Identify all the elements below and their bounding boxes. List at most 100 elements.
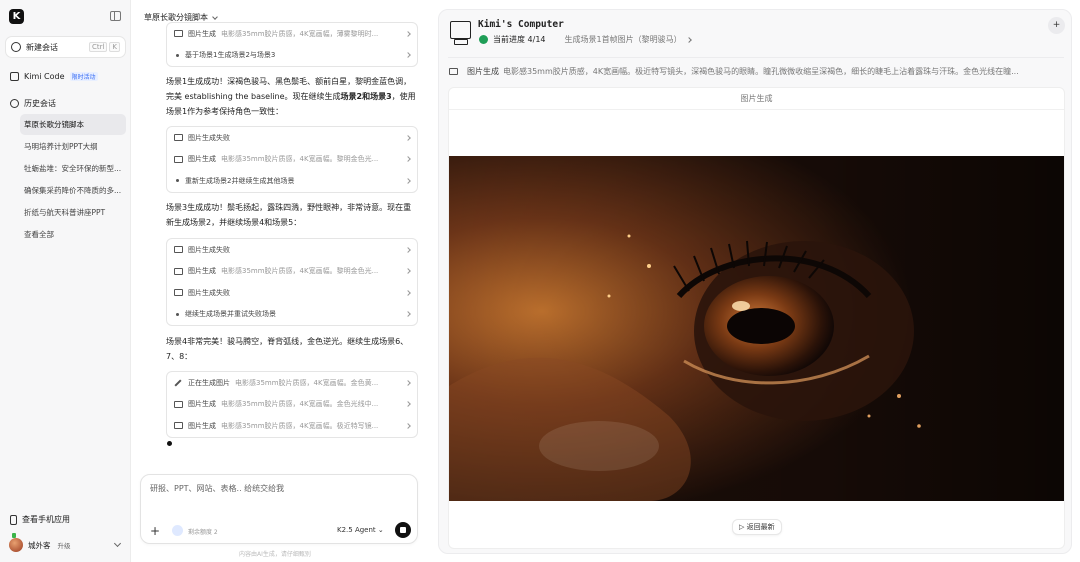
shortcut-key-k: K: [109, 42, 120, 52]
image-icon: [174, 400, 183, 408]
tool-row[interactable]: 重新生成场景2并继续生成其他场景: [167, 170, 417, 192]
kimi-logo[interactable]: K: [9, 9, 24, 24]
generated-image: [449, 156, 1064, 501]
chevron-right-icon: [405, 401, 411, 408]
tool-row[interactable]: 图片生成 电影感35mm胶片质感，4K宽画幅。黎明金色光...: [167, 149, 417, 171]
user-name: 城外客: [28, 540, 51, 550]
new-chat-icon: [11, 42, 21, 52]
sidebar-item-kimi-code[interactable]: Kimi Code 限时活动: [10, 72, 98, 81]
ai-disclaimer: 内容由AI生成，请仔细甄别: [239, 551, 311, 558]
tool-desc: 电影感35mm胶片质感，4K宽画幅。黎明金色光...: [221, 155, 379, 164]
tool-row[interactable]: 图片生成 电影感35mm胶片质感，4K宽画幅，薄雾黎明时...: [167, 23, 417, 45]
image-icon: [174, 30, 183, 38]
plus-icon[interactable]: +: [150, 524, 160, 538]
assistant-message: 场景3生成成功！鬃毛扬起，露珠四溅，野性眼神，非常诗意。现在重新生成场景2，并继…: [166, 203, 412, 227]
bullet-icon: [176, 312, 179, 316]
avatar: [9, 533, 23, 552]
image-icon: [174, 289, 183, 297]
chat-input[interactable]: 研报、PPT、网站、表格.. 给统交给我: [150, 483, 284, 494]
tool-call-card: 正在生成图片 电影感35mm胶片质感，4K宽画幅。金色黄... 图片生成 电影感…: [166, 371, 418, 438]
tool-name: 图片生成: [188, 155, 216, 164]
tool-row[interactable]: 图片生成 电影感35mm胶片质感，4K宽画幅。极近特写镜...: [167, 415, 417, 437]
bullet-icon: [176, 179, 179, 183]
code-icon: [10, 72, 19, 81]
tool-name: 图片生成: [188, 400, 216, 409]
divider: [449, 109, 1064, 110]
chevron-right-icon: [405, 177, 411, 184]
chevron-right-icon: [405, 246, 411, 253]
task-row: 图片生成 电影感35mm胶片质感，4K宽画幅。极近特写镜头，深褐色骏马的眼睛。瞳…: [449, 66, 1064, 77]
expand-icon[interactable]: +: [1048, 17, 1065, 34]
chat-column: 草原长歌分镜脚本 图片生成 电影感35mm胶片质感，4K宽画幅，薄雾黎明时...…: [131, 0, 430, 562]
new-chat-button[interactable]: 新建会话 Ctrl K: [5, 36, 126, 58]
chevron-right-icon: [405, 311, 411, 318]
image-icon: [174, 267, 183, 275]
remaining-quota: 剩余额度 2: [188, 529, 218, 536]
tool-name: 图片生成: [188, 267, 216, 276]
history-item[interactable]: 草原长歌分镜脚本: [20, 114, 126, 135]
task-desc: 电影感35mm胶片质感，4K宽画幅。极近特写镜头，深褐色骏马的眼睛。瞳孔微微收缩…: [503, 67, 1019, 76]
chevron-down-icon: [212, 13, 218, 20]
history-item[interactable]: 折纸与航天科普讲座PPT: [20, 202, 126, 223]
tool-row[interactable]: 图片生成失败: [167, 239, 417, 261]
image-icon: [174, 134, 183, 142]
history-label: 历史会话: [24, 99, 56, 108]
sidebar-collapse-icon[interactable]: [110, 11, 121, 21]
tool-row[interactable]: 图片生成 电影感35mm胶片质感，4K宽画幅。黎明金色光...: [167, 261, 417, 283]
chevron-right-icon: [405, 30, 411, 37]
kimi-computer-panel: Kimi's Computer 当前进度 4/14 生成场景1首帧图片（黎明骏马…: [438, 9, 1072, 554]
image-icon: [174, 422, 183, 430]
panel-title: Kimi's Computer: [478, 19, 564, 30]
image-icon: [174, 246, 183, 254]
mobile-app-link[interactable]: 查看手机应用: [10, 514, 70, 525]
chevron-right-icon: [405, 422, 411, 429]
stop-button[interactable]: [395, 522, 411, 538]
shortcut-hint: Ctrl K: [88, 42, 120, 52]
tool-call-card: 图片生成 电影感35mm胶片质感，4K宽画幅，薄雾黎明时... 基于场景1生成场…: [166, 22, 418, 67]
computer-icon: [450, 21, 471, 45]
tool-name: 图片生成: [188, 29, 216, 38]
message-bold: 场景2和场景3: [340, 92, 392, 101]
sidebar: K 新建会话 Ctrl K Kimi Code 限时活动 历史会话 草原长歌分镜…: [0, 0, 131, 562]
tool-row[interactable]: 图片生成失败: [167, 282, 417, 304]
history-item[interactable]: 牡蛎盐堆：安全环保的新型...: [20, 158, 126, 179]
history-item[interactable]: 马明培养计划PPT大纲: [20, 136, 126, 157]
tool-row[interactable]: 继续生成场景并重试失败场景: [167, 304, 417, 326]
tool-name: 图片生成失败: [188, 133, 230, 142]
tool-name: 图片生成失败: [188, 245, 230, 254]
view-all-history-link[interactable]: 查看全部: [20, 224, 126, 245]
tool-row[interactable]: 基于场景1生成场景2与场景3: [167, 45, 417, 67]
chevron-right-icon: [405, 268, 411, 275]
divider: [448, 57, 1064, 58]
shortcut-key-ctrl: Ctrl: [88, 42, 108, 52]
agent-model-selector[interactable]: K2.5 Agent ⌄: [337, 526, 384, 534]
tool-row[interactable]: 正在生成图片 电影感35mm胶片质感，4K宽画幅。金色黄...: [167, 372, 417, 394]
tool-name: 图片生成失败: [188, 288, 230, 297]
tool-name: 继续生成场景并重试失败场景: [185, 310, 276, 319]
tool-desc: 电影感35mm胶片质感，4K宽画幅。金色光线中...: [221, 400, 379, 409]
chevron-right-icon: [685, 36, 692, 43]
mobile-app-label: 查看手机应用: [22, 515, 70, 524]
progress-row[interactable]: 当前进度 4/14 生成场景1首帧图片（黎明骏马）: [479, 34, 692, 45]
tool-desc: 电影感35mm胶片质感，4K宽画幅。极近特写镜...: [221, 421, 379, 430]
chat-input-box[interactable]: 研报、PPT、网站、表格.. 给统交给我 + 剩余额度 2 K2.5 Agent…: [140, 474, 418, 544]
return-latest-button[interactable]: ▷ 返回最新: [732, 519, 782, 535]
current-step: 生成场景1首帧图片（黎明骏马）: [564, 35, 682, 44]
tool-row[interactable]: 图片生成 电影感35mm胶片质感，4K宽画幅。金色光线中...: [167, 394, 417, 416]
history-item[interactable]: 确保集采药降价不降质的多...: [20, 180, 126, 201]
image-viewer: 图片生成 ▷ 返回最新: [448, 87, 1065, 549]
chevron-right-icon: [405, 156, 411, 163]
pen-icon: [174, 379, 182, 387]
check-circle-icon: [479, 35, 488, 44]
tool-name: 重新生成场景2并继续生成其他场景: [185, 176, 295, 185]
tool-desc: 电影感35mm胶片质感，4K宽画幅。金色黄...: [235, 378, 379, 387]
sidebar-item-history[interactable]: 历史会话: [10, 98, 56, 109]
image-icon: [174, 155, 183, 163]
assistant-message: 场景1生成成功！深褐色骏马、黑色鬃毛、额前白星，黎明金蓝色调，完美 establ…: [166, 74, 418, 119]
tool-name: 图片生成: [188, 421, 216, 430]
user-menu[interactable]: 城外客 升级: [9, 533, 124, 552]
tool-call-card: 图片生成失败 图片生成 电影感35mm胶片质感，4K宽画幅。黎明金色光... 图…: [166, 238, 418, 326]
upgrade-link[interactable]: 升级: [58, 540, 71, 550]
tool-desc: 电影感35mm胶片质感，4K宽画幅。黎明金色光...: [221, 267, 379, 276]
tool-row[interactable]: 图片生成失败: [167, 127, 417, 149]
